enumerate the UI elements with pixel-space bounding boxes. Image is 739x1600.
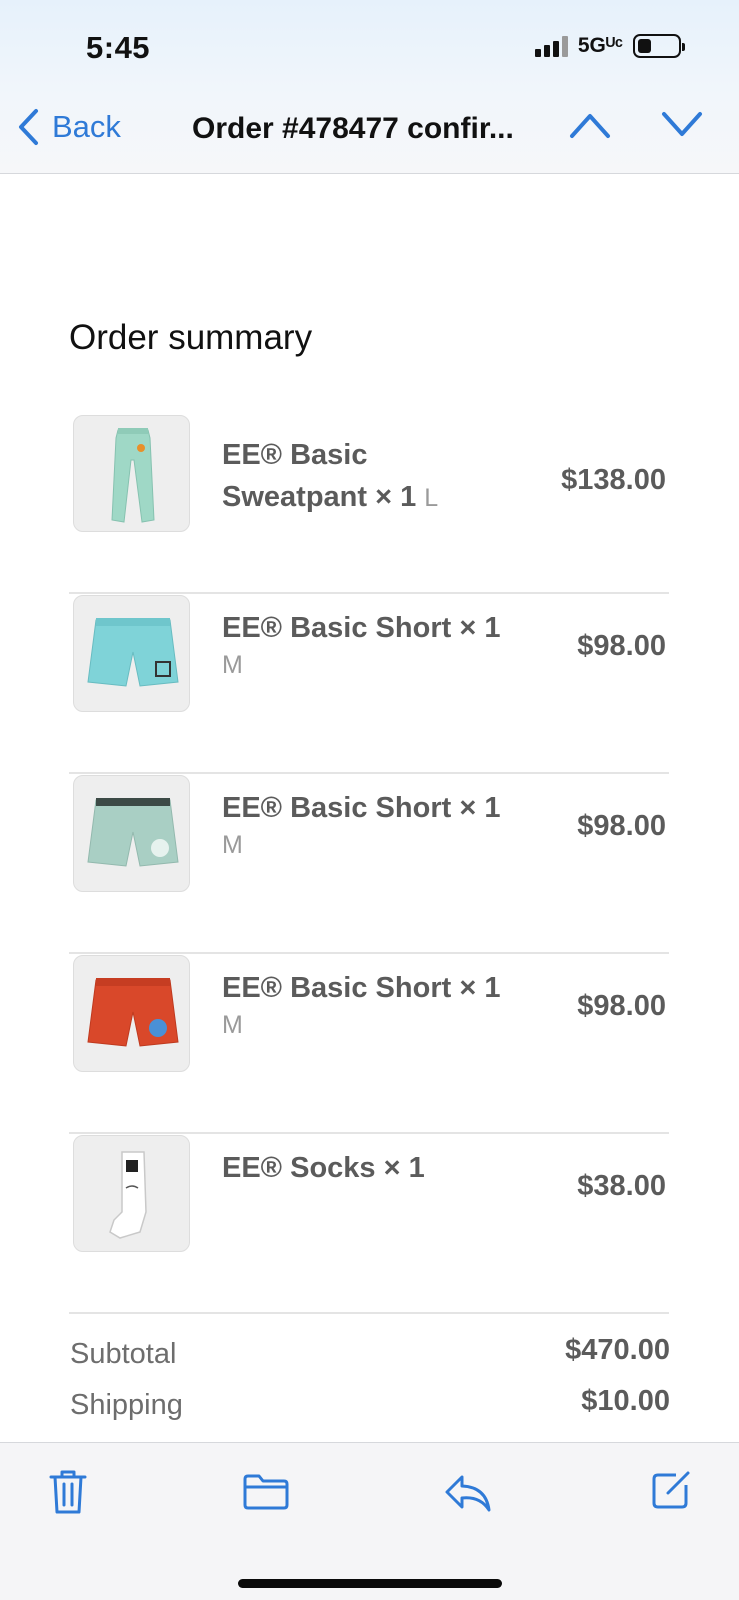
item-price: $138.00 bbox=[561, 464, 666, 496]
chevron-left-icon bbox=[19, 109, 38, 145]
back-button[interactable]: Back bbox=[16, 108, 121, 146]
reply-button[interactable] bbox=[444, 1473, 492, 1518]
order-summary-title: Order summary bbox=[69, 318, 313, 357]
shipping-value: $10.00 bbox=[581, 1385, 670, 1417]
back-label: Back bbox=[52, 109, 121, 144]
chevron-up-icon bbox=[570, 114, 610, 138]
product-thumbnail[interactable] bbox=[73, 595, 190, 712]
bottom-toolbar bbox=[0, 1442, 739, 1600]
item-variant: L bbox=[424, 484, 439, 512]
status-time: 5:45 bbox=[86, 30, 151, 65]
sweatpant-icon bbox=[111, 428, 155, 523]
trash-icon bbox=[49, 1470, 87, 1514]
product-thumbnail[interactable] bbox=[73, 775, 190, 892]
subtotal-label: Subtotal bbox=[70, 1338, 177, 1370]
reply-icon bbox=[445, 1475, 491, 1512]
status-indicators: 5Gᵁᶜ bbox=[534, 34, 685, 58]
next-message-button[interactable] bbox=[660, 110, 704, 145]
order-item: EE® Basic Short × 1 M $98.00 bbox=[69, 595, 669, 774]
order-item: EE® Basic Short × 1 M $98.00 bbox=[69, 955, 669, 1134]
short-icon bbox=[87, 618, 179, 687]
network-label: 5Gᵁᶜ bbox=[577, 34, 623, 57]
item-variant: M bbox=[222, 1011, 243, 1039]
item-price: $38.00 bbox=[577, 1170, 666, 1202]
item-price: $98.00 bbox=[577, 990, 666, 1022]
home-indicator[interactable] bbox=[238, 1579, 502, 1588]
item-name: EE® Basic Short × 1 bbox=[222, 972, 501, 1004]
battery-icon bbox=[633, 34, 685, 58]
item-name: EE® Basic Short × 1 bbox=[222, 792, 501, 824]
item-variant: M bbox=[222, 651, 243, 679]
socks-icon bbox=[109, 1151, 147, 1239]
short-icon bbox=[87, 798, 179, 867]
signal-icon bbox=[534, 35, 568, 57]
item-price: $98.00 bbox=[577, 630, 666, 662]
order-item: EE® Socks × 1 $38.00 bbox=[69, 1135, 669, 1314]
item-name-line2: Sweatpant × 1 L bbox=[222, 481, 439, 513]
move-to-folder-button[interactable] bbox=[242, 1473, 290, 1516]
compose-icon bbox=[652, 1471, 690, 1509]
compose-button[interactable] bbox=[650, 1469, 692, 1516]
product-thumbnail[interactable] bbox=[73, 955, 190, 1072]
previous-message-button[interactable] bbox=[568, 110, 612, 145]
shipping-label: Shipping bbox=[70, 1389, 183, 1421]
product-thumbnail[interactable] bbox=[73, 1135, 190, 1252]
item-name: EE® Socks × 1 bbox=[222, 1152, 425, 1184]
chevron-down-icon bbox=[662, 112, 702, 136]
delete-button[interactable] bbox=[48, 1469, 88, 1520]
folder-icon bbox=[243, 1474, 289, 1510]
page-title: Order #478477 confir... bbox=[192, 112, 514, 145]
subtotal-value: $470.00 bbox=[565, 1334, 670, 1366]
item-variant: M bbox=[222, 831, 243, 859]
order-item: EE® Basic Short × 1 M $98.00 bbox=[69, 775, 669, 954]
product-thumbnail[interactable] bbox=[73, 415, 190, 532]
item-name-line1: EE® Basic bbox=[222, 439, 368, 471]
item-price: $98.00 bbox=[577, 810, 666, 842]
item-name: EE® Basic Short × 1 bbox=[222, 612, 501, 644]
order-item: EE® Basic Sweatpant × 1 L $138.00 bbox=[69, 415, 669, 594]
short-icon bbox=[87, 978, 179, 1047]
header: 5:45 5Gᵁᶜ Back Order #478477 confir... bbox=[0, 0, 739, 174]
